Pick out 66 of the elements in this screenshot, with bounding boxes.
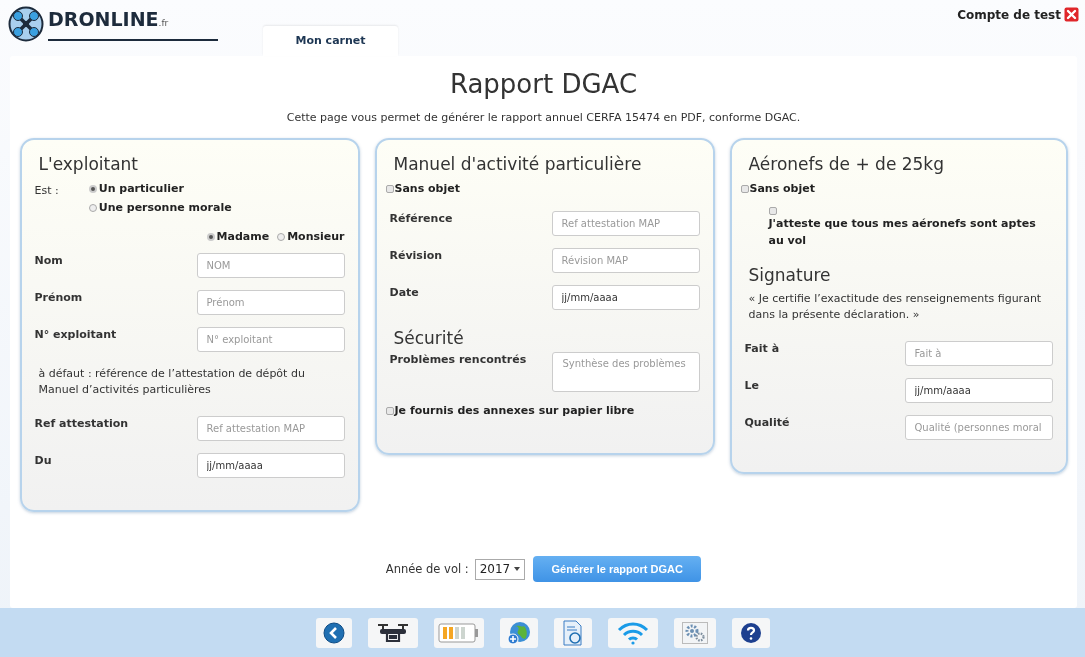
field-label: Le bbox=[744, 378, 759, 392]
drone-logo-icon bbox=[8, 6, 44, 42]
note-text: à défaut : référence de l’attestation de dépôt du Manuel d’activités particulières bbox=[38, 366, 306, 398]
field-label: N° exploitant bbox=[34, 327, 117, 341]
input-field[interactable]: Prénom bbox=[196, 290, 345, 315]
field-label: Ref attestation bbox=[34, 416, 129, 430]
invoice-icon bbox=[561, 619, 584, 646]
input-field[interactable]: NOM bbox=[196, 253, 345, 278]
help-button[interactable] bbox=[731, 617, 770, 648]
account-name: Compte de test bbox=[957, 7, 1061, 22]
intro-text: Cette page vous permet de générer le rapport annuel CERFA 15474 en PDF, conforme DGAC. bbox=[286, 111, 801, 124]
help-icon bbox=[739, 621, 762, 644]
field-label: Date bbox=[389, 285, 419, 299]
field-label: Du bbox=[34, 453, 52, 467]
battery-icon bbox=[437, 621, 480, 644]
section-heading: Sécurité bbox=[393, 327, 465, 350]
page-title: Rapport DGAC bbox=[449, 68, 638, 100]
field-label: Référence bbox=[389, 211, 453, 225]
field-label: Nom bbox=[34, 253, 63, 267]
input-field[interactable]: Ref attestation MAP bbox=[551, 211, 700, 236]
checkbox[interactable]: Sans objet bbox=[740, 182, 1053, 195]
toolbar-button[interactable] bbox=[367, 617, 418, 648]
field-label: Fait à bbox=[744, 341, 780, 355]
input-field[interactable]: Ref attestation MAP bbox=[196, 416, 345, 441]
field-label: Révision bbox=[389, 248, 443, 262]
caret-icon bbox=[514, 567, 521, 571]
radio-button[interactable] bbox=[206, 232, 215, 241]
close-icon[interactable] bbox=[1064, 7, 1079, 22]
year-dropdown[interactable]: 2017 bbox=[474, 558, 526, 580]
radio-button[interactable] bbox=[277, 232, 286, 241]
radio-option[interactable]: Monsieur bbox=[277, 230, 345, 243]
wifi-icon bbox=[616, 620, 649, 645]
checkbox[interactable]: J'atteste que tous mes aéronefs sont aptes au vol bbox=[768, 207, 1053, 249]
settings-icon bbox=[681, 621, 708, 644]
input-field[interactable]: N° exploitant bbox=[196, 327, 345, 352]
input-field[interactable]: Révision MAP bbox=[551, 248, 700, 273]
tab[interactable]: Mon carnet bbox=[263, 26, 398, 56]
radio-button[interactable] bbox=[88, 184, 97, 193]
field-label: Prénom bbox=[34, 290, 83, 304]
field-label: Qualité bbox=[744, 415, 790, 429]
back-button[interactable] bbox=[315, 617, 352, 648]
panel-title: Manuel d'activité particulière bbox=[393, 153, 643, 176]
note-text: « Je certifie l’exactitude des renseignements figurant dans la présente déclaration. » bbox=[748, 291, 1043, 323]
panel-title: L'exploitant bbox=[38, 153, 140, 176]
input-field[interactable]: jj/mm/aaaa bbox=[551, 285, 700, 310]
radio-button[interactable] bbox=[88, 203, 97, 212]
input-field[interactable]: jj/mm/aaaa bbox=[196, 453, 345, 478]
input-field[interactable]: jj/mm/aaaa bbox=[904, 378, 1053, 403]
field-label: Est : bbox=[34, 183, 59, 199]
globe-icon bbox=[506, 620, 531, 645]
panel-title: Aéronefs de + de 25kg bbox=[748, 153, 945, 176]
checkbox[interactable]: Je fournis des annexes sur papier libre bbox=[385, 404, 700, 417]
input-field[interactable]: Qualité (personnes moral bbox=[904, 415, 1053, 440]
section-heading: Signature bbox=[748, 264, 832, 287]
radio-option[interactable]: Un particulier bbox=[88, 182, 232, 195]
settings-button[interactable] bbox=[673, 617, 716, 648]
input-field[interactable]: Fait à bbox=[904, 341, 1053, 366]
back-icon bbox=[322, 621, 345, 644]
radio-option[interactable]: Madame bbox=[206, 230, 270, 243]
radio-option[interactable]: Une personne morale bbox=[88, 201, 232, 214]
field-label: Problèmes rencontrés bbox=[389, 352, 527, 366]
text-area[interactable]: Synthèse des problèmes bbox=[551, 352, 700, 392]
drone-icon bbox=[375, 621, 410, 644]
logo-text: DRONLINE.fr bbox=[48, 7, 170, 32]
checkbox[interactable]: Sans objet bbox=[385, 182, 700, 195]
year-label: Année de vol : bbox=[385, 562, 469, 576]
